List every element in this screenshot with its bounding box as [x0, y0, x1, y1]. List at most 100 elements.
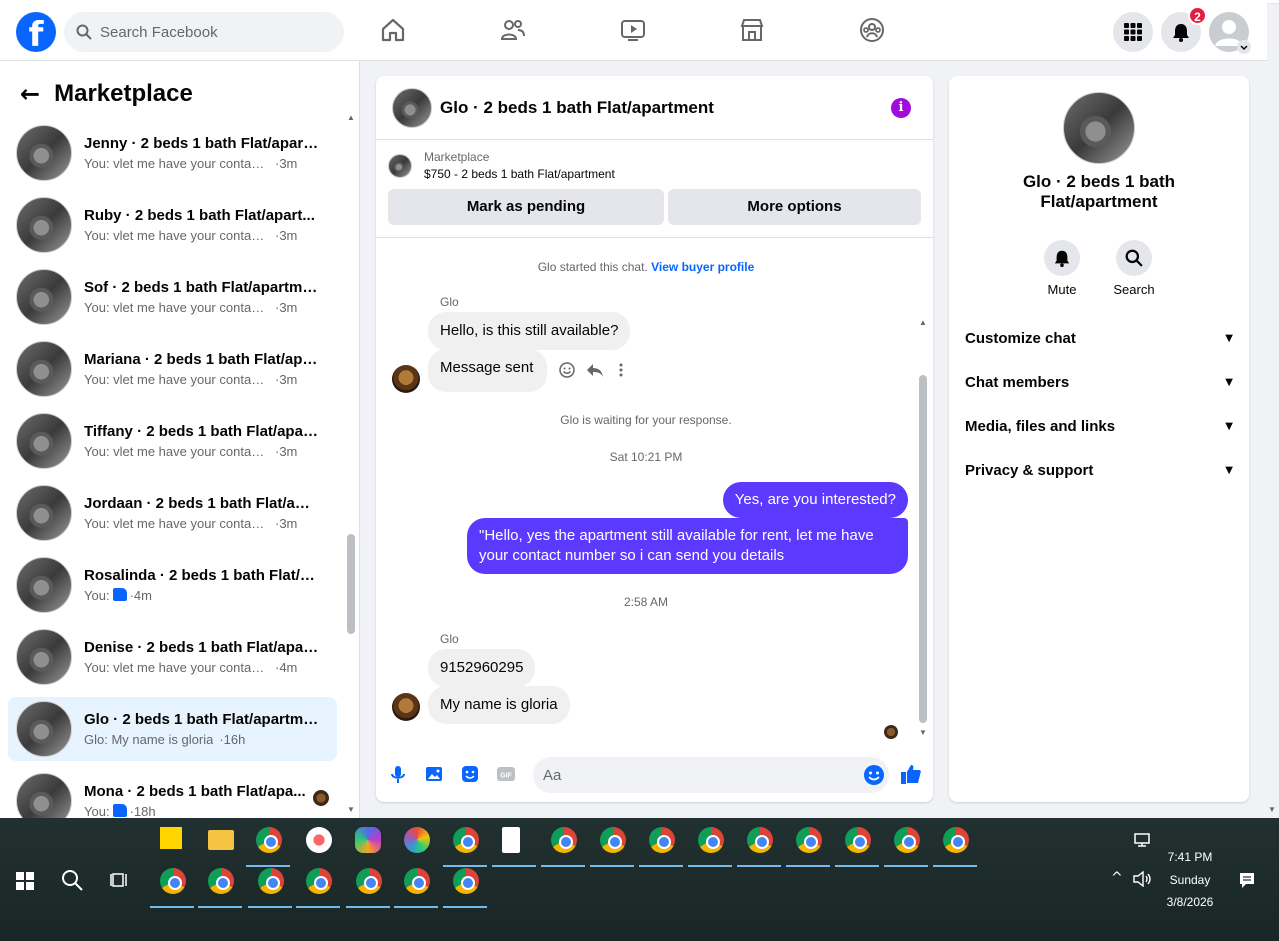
chrome-profile-icon[interactable] — [160, 868, 186, 894]
message-input-box[interactable] — [533, 757, 889, 793]
marketplace-icon[interactable] — [738, 16, 766, 44]
sender-avatar[interactable] — [392, 365, 420, 393]
chrome-icon[interactable] — [256, 827, 282, 853]
scroll-down-arrow[interactable]: ▼ — [919, 728, 927, 737]
copilot-icon[interactable] — [355, 827, 381, 853]
conversation-row[interactable]: Mona · 2 beds 1 bath Flat/apa... You: ·18h — [8, 769, 337, 818]
chrome-profile-icon[interactable] — [943, 827, 969, 853]
outgoing-message[interactable]: "Hello, yes the apartment still availabl… — [467, 518, 908, 574]
microphone-icon[interactable] — [388, 764, 408, 784]
message-input[interactable] — [543, 766, 843, 784]
chrome-profile-icon[interactable] — [649, 827, 675, 853]
chrome-profile-icon[interactable] — [306, 868, 332, 894]
emoji-reaction-icon[interactable] — [558, 361, 576, 379]
search-input[interactable] — [100, 23, 320, 41]
page-scroll-down-arrow[interactable]: ▼ — [1268, 805, 1276, 814]
chevron-down-icon: ▼ — [1225, 464, 1233, 476]
snippet-time: ·4m — [129, 588, 152, 603]
clock-day[interactable]: Sunday — [1150, 873, 1230, 887]
privacy-support-section[interactable]: Privacy & support ▼ — [965, 450, 1233, 490]
account-button[interactable] — [1209, 12, 1251, 54]
paint-icon[interactable] — [306, 827, 332, 853]
outgoing-message[interactable]: Yes, are you interested? — [722, 482, 908, 518]
photo-icon[interactable] — [424, 764, 444, 784]
task-view-icon[interactable] — [110, 870, 130, 890]
volume-icon[interactable] — [1132, 871, 1152, 887]
search-box[interactable] — [64, 12, 344, 52]
scroll-down-arrow[interactable]: ▼ — [347, 805, 355, 814]
conversation-row[interactable]: Sof · 2 beds 1 bath Flat/apartment You: v… — [8, 265, 337, 329]
notification-center-icon[interactable] — [1238, 871, 1256, 889]
notifications-button[interactable]: 2 — [1161, 6, 1207, 52]
chrome-profile-icon[interactable] — [845, 827, 871, 853]
chat-title[interactable]: Glo · 2 beds 1 bath Flat/apartment — [440, 98, 714, 118]
friends-icon[interactable] — [499, 16, 527, 44]
scroll-up-arrow[interactable]: ▲ — [919, 318, 927, 327]
windows-start-icon[interactable] — [16, 872, 34, 890]
chrome-profile-icon[interactable] — [796, 827, 822, 853]
back-arrow-icon[interactable]: ← — [20, 80, 40, 108]
search-icon[interactable] — [60, 868, 84, 892]
chrome-profile-icon[interactable] — [453, 868, 479, 894]
chrome-profile-icon[interactable] — [453, 827, 479, 853]
sticker-icon[interactable] — [460, 764, 480, 784]
sticky-notes-icon[interactable] — [160, 827, 182, 849]
chrome-profile-icon[interactable] — [551, 827, 577, 853]
chrome-profile-icon[interactable] — [747, 827, 773, 853]
home-icon[interactable] — [379, 16, 407, 44]
network-icon[interactable] — [1133, 832, 1151, 848]
mark-as-pending-button[interactable]: Mark as pending — [388, 189, 664, 225]
conversation-row[interactable]: Glo · 2 beds 1 bath Flat/apartment Glo: M… — [8, 697, 337, 761]
clock-time[interactable]: 7:41 PM — [1150, 850, 1230, 864]
chrome-profile-icon[interactable] — [894, 827, 920, 853]
customize-chat-section[interactable]: Customize chat ▼ — [965, 318, 1233, 358]
gif-icon[interactable]: GIF — [496, 764, 516, 784]
chevron-down-icon — [1237, 40, 1251, 54]
reply-icon[interactable] — [586, 361, 604, 379]
media-files-links-section[interactable]: Media, files and links ▼ — [965, 406, 1233, 446]
more-actions-icon[interactable] — [616, 361, 626, 379]
clock-date[interactable]: 3/8/2026 — [1150, 895, 1230, 909]
groups-icon[interactable] — [858, 16, 886, 44]
sidebar-scrollbar[interactable] — [347, 534, 355, 634]
chat-scrollbar[interactable] — [919, 375, 927, 723]
chrome-profile-icon[interactable] — [404, 868, 430, 894]
mute-action[interactable]: Mute — [1032, 240, 1092, 297]
emoji-icon[interactable] — [863, 764, 885, 786]
more-options-button[interactable]: More options — [668, 189, 921, 225]
conversation-row[interactable]: Jordaan · 2 beds 1 bath Flat/apa... You: … — [8, 481, 337, 545]
conversation-row[interactable]: Jenny · 2 beds 1 bath Flat/apart... You: … — [8, 121, 337, 185]
chat-members-section[interactable]: Chat members ▼ — [965, 362, 1233, 402]
facebook-logo[interactable]: f — [16, 12, 56, 52]
incoming-message[interactable]: Hello, is this still available? — [428, 312, 631, 350]
chrome-profile-icon[interactable] — [258, 868, 284, 894]
chrome-profile-icon[interactable] — [356, 868, 382, 894]
search-action[interactable]: Search — [1104, 240, 1164, 297]
listing-info[interactable]: Marketplace $750 - 2 beds 1 bath Flat/ap… — [376, 140, 933, 181]
info-icon[interactable]: i — [891, 98, 911, 118]
conversation-row[interactable]: Denise · 2 beds 1 bath Flat/apart... You:… — [8, 625, 337, 689]
conversation-row[interactable]: Ruby · 2 beds 1 bath Flat/apart... You: v… — [8, 193, 337, 257]
file-explorer-icon[interactable] — [208, 830, 234, 850]
menu-grid-button[interactable] — [1113, 12, 1153, 52]
chevron-up-icon[interactable]: ^ — [1111, 870, 1123, 886]
chat-thumbnail[interactable] — [392, 87, 432, 128]
taskbar-active-indicator — [394, 906, 438, 908]
sender-avatar[interactable] — [392, 693, 420, 721]
photos-icon[interactable] — [404, 827, 430, 853]
chrome-profile-icon[interactable] — [698, 827, 724, 853]
conversation-row[interactable]: Tiffany · 2 beds 1 bath Flat/apart... You… — [8, 409, 337, 473]
chrome-profile-icon[interactable] — [208, 868, 234, 894]
document-icon[interactable] — [502, 827, 520, 853]
video-icon[interactable] — [619, 16, 647, 44]
like-icon[interactable] — [899, 762, 923, 786]
listing-photo[interactable] — [1063, 92, 1135, 164]
conversation-row[interactable]: Rosalinda · 2 beds 1 bath Flat/ap... You:… — [8, 553, 337, 617]
incoming-message[interactable]: Message sent — [428, 349, 548, 392]
conversation-row[interactable]: Mariana · 2 beds 1 bath Flat/apa... You: … — [8, 337, 337, 401]
view-buyer-profile-link[interactable]: View buyer profile — [651, 260, 754, 274]
incoming-message[interactable]: My name is gloria — [428, 686, 570, 724]
scroll-up-arrow[interactable]: ▲ — [347, 113, 355, 122]
incoming-message[interactable]: 9152960295 — [428, 649, 536, 687]
chrome-profile-icon[interactable] — [600, 827, 626, 853]
